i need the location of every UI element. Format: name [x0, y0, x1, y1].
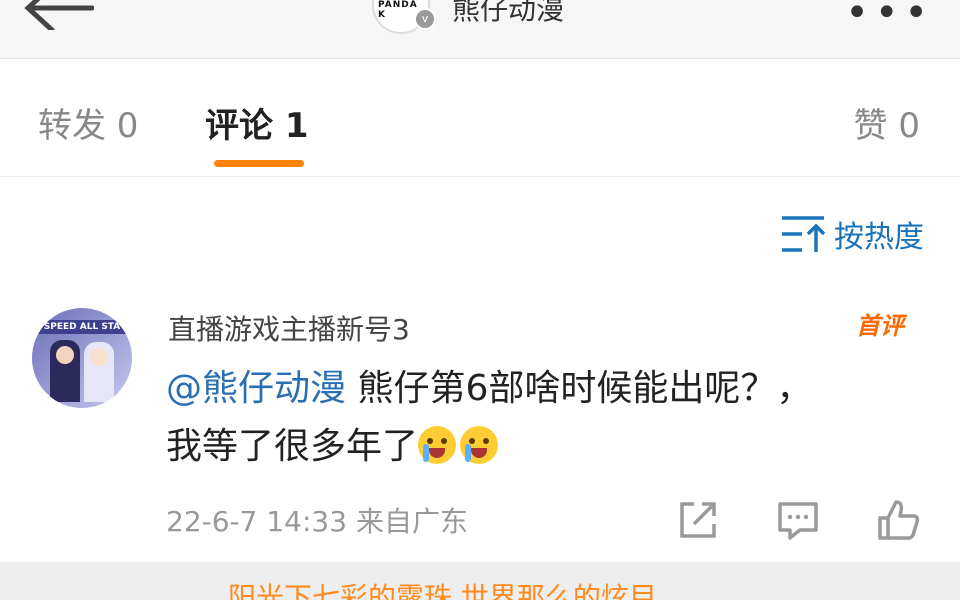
more-options-icon[interactable]: •••: [845, 0, 934, 36]
crying-emoji-icon: [460, 426, 499, 464]
commenter-username[interactable]: 直播游戏主播新号3: [168, 308, 410, 348]
video-subtitle-strip: 阳光下七彩的露珠 世界那么的炫目: [0, 562, 960, 600]
avatar-banner-text: SPEED ALL STA: [32, 320, 132, 334]
first-comment-badge: 首评: [856, 312, 904, 340]
top-bar: PANDA K v 熊仔动漫 •••: [0, 0, 960, 59]
crying-emoji-icon: [418, 426, 457, 464]
tab-repost[interactable]: 转发 0: [38, 98, 138, 147]
account-avatar[interactable]: PANDA K v: [372, 0, 438, 34]
page-title: 熊仔动漫: [452, 0, 565, 26]
tab-comment[interactable]: 评论 1: [205, 98, 309, 147]
sort-label: 按热度: [834, 220, 924, 255]
sort-icon: [782, 216, 826, 252]
commenter-avatar[interactable]: SPEED ALL STA: [32, 308, 132, 408]
active-tab-indicator: [214, 160, 304, 167]
comment-line-1: 熊仔第6部啥时候能出呢？，: [346, 368, 813, 409]
comment-meta: 22-6-7 14:33 来自广东: [166, 505, 468, 538]
verified-icon: v: [414, 8, 436, 30]
video-subtitle: 阳光下七彩的露珠 世界那么的炫目: [228, 581, 657, 600]
tab-like[interactable]: 赞 0: [854, 98, 920, 147]
comment-text: @熊仔动漫 熊仔第6部啥时候能出呢？， 我等了很多年了: [166, 360, 936, 476]
tab-bar: 转发 0 评论 1 赞 0: [0, 60, 960, 177]
thumbs-up-icon[interactable]: [876, 498, 920, 542]
mention-link[interactable]: @熊仔动漫: [166, 368, 346, 409]
comment-line-2: 我等了很多年了: [166, 426, 419, 467]
share-icon[interactable]: [676, 498, 720, 542]
sort-button[interactable]: 按热度: [780, 212, 924, 256]
back-arrow-icon[interactable]: [22, 0, 94, 30]
reply-icon[interactable]: [776, 498, 820, 542]
